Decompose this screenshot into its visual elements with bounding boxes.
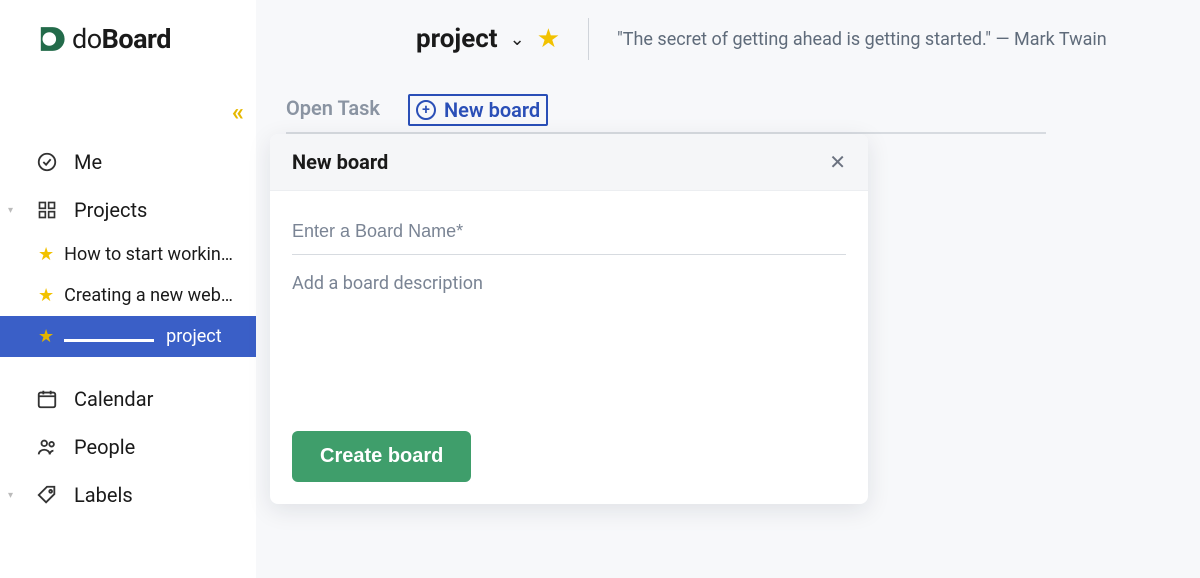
tabs: Open Task + New board	[286, 94, 1046, 134]
nav-people-label: People	[74, 435, 135, 459]
tab-new-board[interactable]: + New board	[408, 94, 548, 126]
star-icon: ★	[38, 285, 54, 306]
topbar: project ⌄ ★ "The secret of getting ahead…	[256, 0, 1200, 78]
project-item-label: How to start workin…	[64, 244, 233, 265]
modal-title: New board	[292, 150, 388, 174]
tab-new-board-label: New board	[444, 98, 540, 122]
project-item[interactable]: ★ Creating a new web…	[0, 275, 256, 316]
sidebar: doBoard « Me ▾ Projects ★ How to start w…	[0, 0, 256, 578]
logo-text: doBoard	[72, 23, 171, 55]
star-icon[interactable]: ★	[537, 24, 560, 54]
project-item-active[interactable]: ★ project	[0, 316, 256, 357]
logo-icon	[34, 22, 68, 56]
main: project ⌄ ★ "The secret of getting ahead…	[256, 0, 1200, 578]
nav-labels-label: Labels	[74, 483, 133, 507]
nav-projects-label: Projects	[74, 198, 147, 222]
board-name-input[interactable]	[292, 213, 846, 255]
project-list: ★ How to start workin… ★ Creating a new …	[0, 234, 256, 357]
project-item-label: Creating a new web…	[64, 285, 233, 306]
project-title: project	[416, 24, 498, 54]
project-title-block: project ⌄ ★	[416, 24, 560, 54]
collapse-sidebar-icon[interactable]: «	[232, 98, 244, 126]
quote-text: "The secret of getting ahead is getting …	[617, 29, 1107, 50]
chevron-down-icon[interactable]: ⌄	[510, 29, 525, 50]
nav-projects[interactable]: ▾ Projects	[0, 186, 256, 234]
star-icon: ★	[38, 244, 54, 265]
star-icon: ★	[38, 326, 54, 347]
board-description-input[interactable]	[292, 255, 846, 405]
create-board-button[interactable]: Create board	[292, 431, 471, 482]
project-item-label: project	[166, 326, 221, 347]
logo[interactable]: doBoard	[0, 0, 256, 78]
new-board-modal: New board ✕ Create board	[270, 134, 868, 504]
nav-labels[interactable]: ▾ Labels	[0, 471, 256, 519]
divider	[588, 18, 589, 60]
people-icon	[36, 436, 58, 458]
nav-me[interactable]: Me	[0, 138, 256, 186]
nav-people[interactable]: People	[0, 423, 256, 471]
caret-down-icon: ▾	[8, 205, 13, 216]
nav-calendar[interactable]: Calendar	[0, 375, 256, 423]
check-circle-icon	[36, 151, 58, 173]
caret-down-icon: ▾	[8, 490, 13, 501]
modal-header: New board ✕	[270, 134, 868, 191]
tab-open-task[interactable]: Open Task	[286, 96, 380, 130]
nav-me-label: Me	[74, 150, 102, 174]
calendar-icon	[36, 388, 58, 410]
grid-icon	[36, 199, 58, 221]
redacted-bar	[64, 339, 154, 342]
plus-circle-icon: +	[416, 100, 436, 120]
project-item[interactable]: ★ How to start workin…	[0, 234, 256, 275]
close-icon[interactable]: ✕	[829, 150, 846, 174]
tag-icon	[36, 484, 58, 506]
nav-calendar-label: Calendar	[74, 387, 153, 411]
